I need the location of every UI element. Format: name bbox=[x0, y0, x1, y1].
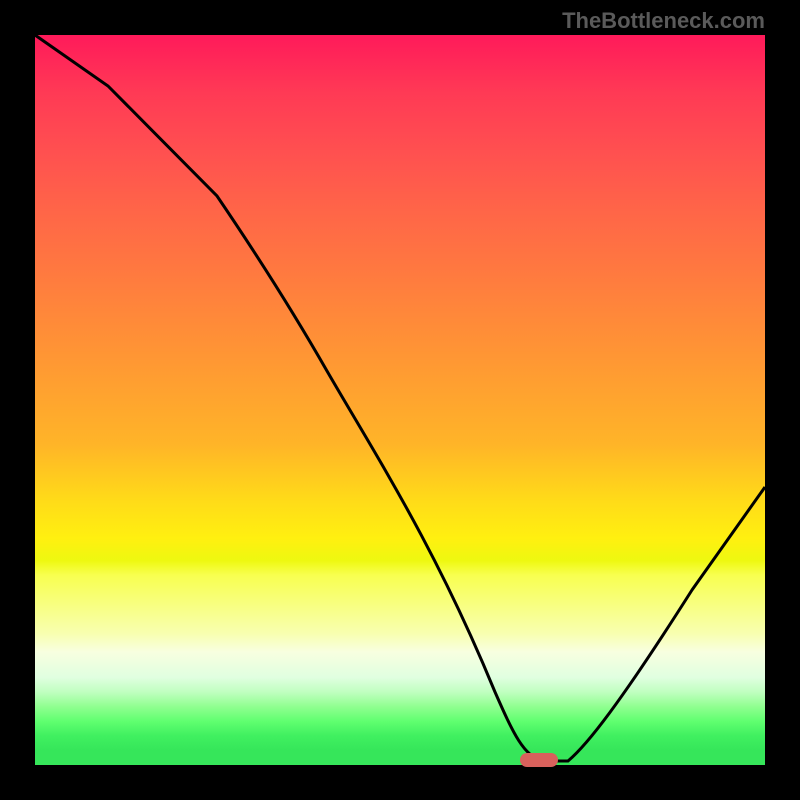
watermark-text: TheBottleneck.com bbox=[562, 8, 765, 34]
axes-frame bbox=[35, 35, 765, 765]
chart-container: TheBottleneck.com bbox=[0, 0, 800, 800]
